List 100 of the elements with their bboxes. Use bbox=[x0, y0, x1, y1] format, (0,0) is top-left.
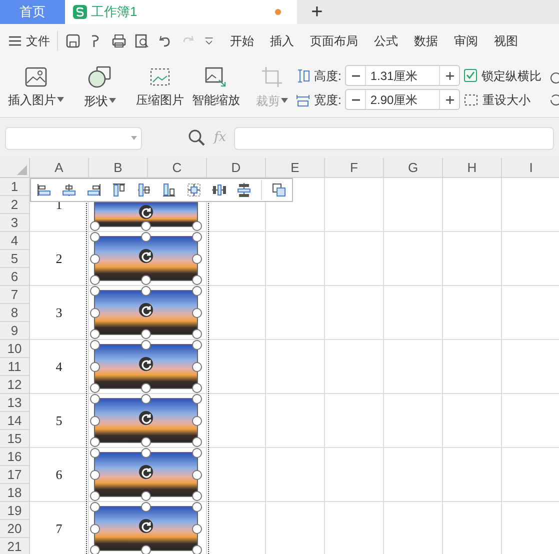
align-left-icon[interactable] bbox=[36, 182, 52, 198]
row-header[interactable]: 15 bbox=[0, 430, 30, 448]
row-header[interactable]: 4 bbox=[0, 232, 30, 250]
print-icon[interactable] bbox=[111, 33, 127, 49]
smart-scale-icon bbox=[205, 66, 227, 86]
align-middle-icon[interactable] bbox=[136, 182, 152, 198]
photo-placeholder[interactable] bbox=[95, 507, 197, 550]
photo-placeholder[interactable] bbox=[95, 399, 197, 442]
photo-placeholder[interactable] bbox=[95, 237, 197, 280]
row-header[interactable]: 18 bbox=[0, 484, 30, 502]
row-header[interactable]: 9 bbox=[0, 322, 30, 340]
reset-size-button[interactable]: 重设大小 bbox=[464, 90, 542, 108]
resize-handle[interactable] bbox=[90, 545, 100, 554]
resize-handle[interactable] bbox=[90, 470, 100, 480]
plus-icon bbox=[446, 96, 454, 104]
tab-label: 工作簿1 bbox=[91, 3, 138, 22]
resize-handle[interactable] bbox=[90, 254, 100, 264]
column-header[interactable]: G bbox=[384, 158, 443, 178]
photo-placeholder[interactable] bbox=[95, 291, 197, 334]
ribbon-tab[interactable]: 插入 bbox=[270, 32, 294, 50]
photo-placeholder[interactable] bbox=[95, 203, 197, 226]
insert-picture-button[interactable]: 插入图片 bbox=[4, 66, 68, 108]
home-tab[interactable]: 首页 bbox=[0, 0, 65, 24]
column-header[interactable]: D bbox=[207, 158, 266, 178]
row-header[interactable]: 21 bbox=[0, 538, 30, 554]
merged-cell: 4 bbox=[30, 340, 89, 394]
row-header[interactable]: 2 bbox=[0, 196, 30, 214]
row-header[interactable]: 13 bbox=[0, 394, 30, 412]
button-label: 形状 bbox=[84, 92, 108, 110]
column-header[interactable]: H bbox=[443, 158, 502, 178]
row-header[interactable]: 8 bbox=[0, 304, 30, 322]
corner-triangle-icon bbox=[17, 165, 27, 175]
row-header[interactable]: 14 bbox=[0, 412, 30, 430]
save-icon[interactable] bbox=[65, 33, 81, 49]
formula-input[interactable] bbox=[234, 126, 554, 150]
caret-icon bbox=[131, 136, 137, 140]
column-header[interactable]: C bbox=[148, 158, 207, 178]
caret-icon bbox=[109, 98, 116, 103]
resize-handle[interactable] bbox=[192, 545, 202, 554]
distribute-horizontal-icon[interactable] bbox=[211, 182, 227, 198]
row-header[interactable]: 17 bbox=[0, 466, 30, 484]
caret-icon bbox=[281, 98, 288, 103]
ribbon-tab[interactable]: 视图 bbox=[494, 32, 518, 50]
picture-icon bbox=[25, 66, 47, 86]
resize-handle[interactable] bbox=[90, 524, 100, 534]
photo-placeholder[interactable] bbox=[95, 345, 197, 388]
lock-ratio-checkbox[interactable]: 锁定纵横比 bbox=[464, 66, 542, 84]
resize-handle[interactable] bbox=[90, 308, 100, 318]
column-header[interactable]: B bbox=[89, 158, 148, 178]
caret-icon bbox=[57, 97, 64, 102]
row-header[interactable]: 7 bbox=[0, 286, 30, 304]
zoom-icon[interactable] bbox=[188, 129, 206, 147]
column-header[interactable]: E bbox=[266, 158, 325, 178]
row-header[interactable]: 16 bbox=[0, 448, 30, 466]
print-preview-icon[interactable] bbox=[134, 33, 150, 49]
compress-picture-button[interactable]: 压缩图片 bbox=[132, 66, 188, 108]
row-header[interactable]: 6 bbox=[0, 268, 30, 286]
row-header[interactable]: 1 bbox=[0, 178, 30, 196]
ribbon-tab[interactable]: 公式 bbox=[374, 32, 398, 50]
merged-cell: 5 bbox=[30, 394, 89, 448]
ribbon-tab[interactable]: 审阅 bbox=[454, 32, 478, 50]
new-tab-button[interactable]: + bbox=[297, 0, 337, 24]
rotate-icon[interactable] bbox=[549, 70, 559, 84]
align-right-icon[interactable] bbox=[86, 182, 102, 198]
plus-icon bbox=[446, 72, 454, 80]
size-label: 高度: bbox=[314, 68, 342, 84]
row-header[interactable]: 10 bbox=[0, 340, 30, 358]
row-header[interactable]: 11 bbox=[0, 358, 30, 376]
align-page-center-icon[interactable] bbox=[186, 182, 202, 198]
resize-handle[interactable] bbox=[90, 362, 100, 372]
rotate-icon[interactable] bbox=[549, 92, 559, 106]
size-spinner[interactable]: 2.90厘米 bbox=[345, 89, 460, 110]
ribbon-tab[interactable]: 开始 bbox=[230, 32, 254, 50]
shape-button[interactable]: 形状 bbox=[76, 66, 124, 110]
align-center-icon[interactable] bbox=[61, 182, 77, 198]
size-value: 2.90厘米 bbox=[369, 92, 419, 108]
shapes-icon bbox=[88, 66, 112, 88]
column-header[interactable]: A bbox=[30, 158, 89, 178]
group-icon[interactable] bbox=[271, 182, 287, 198]
distribute-vertical-icon[interactable] bbox=[236, 182, 252, 198]
row-header[interactable]: 19 bbox=[0, 502, 30, 520]
row-header[interactable]: 5 bbox=[0, 250, 30, 268]
column-header[interactable]: I bbox=[502, 158, 559, 178]
photo-placeholder[interactable] bbox=[95, 453, 197, 496]
align-bottom-icon[interactable] bbox=[161, 182, 177, 198]
align-top-icon[interactable] bbox=[111, 182, 127, 198]
column-header[interactable]: F bbox=[325, 158, 384, 178]
ribbon-tab[interactable]: 数据 bbox=[414, 32, 438, 50]
fx-label: fx bbox=[214, 129, 226, 148]
file-menu[interactable]: 文件 bbox=[8, 32, 50, 50]
ribbon-tab[interactable]: 页面布局 bbox=[310, 32, 358, 50]
merged-cell: 3 bbox=[30, 286, 89, 340]
row-header[interactable]: 12 bbox=[0, 376, 30, 394]
resize-handle[interactable] bbox=[90, 416, 100, 426]
smart-scale-button[interactable]: 智能缩放 bbox=[188, 66, 244, 108]
row-header[interactable]: 20 bbox=[0, 520, 30, 538]
size-spinner[interactable]: 1.31厘米 bbox=[345, 65, 460, 86]
resize-handle[interactable] bbox=[141, 545, 151, 554]
compress-picture-icon bbox=[149, 66, 171, 86]
row-header[interactable]: 3 bbox=[0, 214, 30, 232]
